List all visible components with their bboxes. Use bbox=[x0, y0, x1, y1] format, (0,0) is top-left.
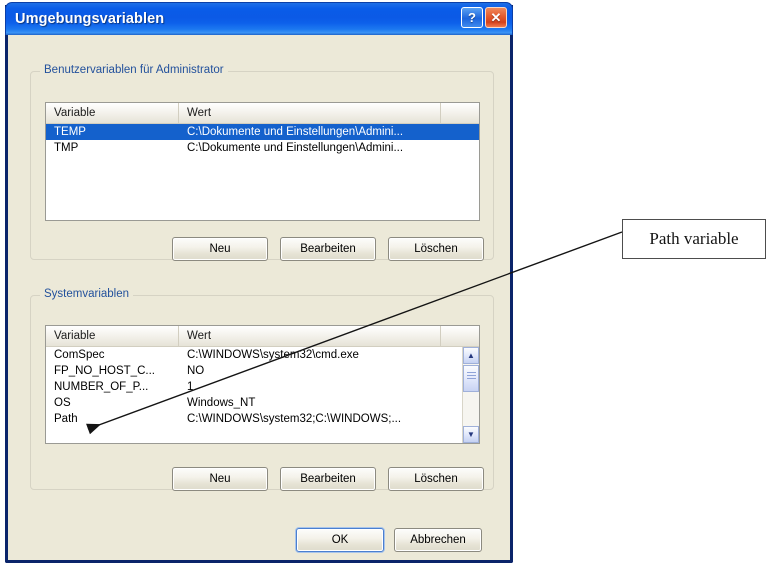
row-variable-value: C:\WINDOWS\system32\cmd.exe bbox=[187, 349, 359, 361]
system-edit-button[interactable]: Bearbeiten bbox=[280, 467, 376, 491]
system-new-button[interactable]: Neu bbox=[172, 467, 268, 491]
table-row[interactable]: Path C:\WINDOWS\system32;C:\WINDOWS;... bbox=[46, 411, 479, 427]
user-variables-group: Benutzervariablen für Administrator Vari… bbox=[30, 64, 494, 260]
system-delete-button[interactable]: Löschen bbox=[388, 467, 484, 491]
row-variable-value: C:\WINDOWS\system32;C:\WINDOWS;... bbox=[187, 413, 402, 425]
system-variables-group: Systemvariablen Variable Wert ComSpec C:… bbox=[30, 288, 494, 490]
close-icon[interactable]: ✕ bbox=[485, 7, 507, 28]
system-variables-rows: ComSpec C:\WINDOWS\system32\cmd.exe FP_N… bbox=[46, 347, 479, 427]
row-variable-name: Path bbox=[54, 413, 78, 425]
scroll-down-icon[interactable]: ▼ bbox=[463, 426, 479, 443]
row-variable-name: TMP bbox=[54, 142, 79, 154]
row-variable-name: NUMBER_OF_P... bbox=[54, 381, 149, 393]
table-row[interactable]: OS Windows_NT bbox=[46, 395, 479, 411]
row-variable-name: OS bbox=[54, 397, 71, 409]
row-variable-value: 1 bbox=[187, 381, 194, 393]
titlebar-button-group: ? ✕ bbox=[461, 7, 507, 28]
column-header-variable[interactable]: Variable bbox=[46, 326, 179, 347]
user-variables-list-header: Variable Wert bbox=[46, 103, 479, 124]
system-variables-group-label: Systemvariablen bbox=[40, 288, 134, 300]
table-row[interactable]: NUMBER_OF_P... 1 bbox=[46, 379, 479, 395]
system-variables-list-header: Variable Wert bbox=[46, 326, 479, 347]
table-row[interactable]: ComSpec C:\WINDOWS\system32\cmd.exe bbox=[46, 347, 479, 363]
annotation-callout: Path variable bbox=[622, 219, 766, 259]
dialog-title: Umgebungsvariablen bbox=[15, 11, 165, 27]
user-variables-group-label: Benutzervariablen für Administrator bbox=[40, 64, 228, 76]
user-variables-rows: TEMP C:\Dokumente und Einstellungen\Admi… bbox=[46, 124, 479, 156]
scroll-up-icon[interactable]: ▲ bbox=[463, 347, 479, 364]
table-row[interactable]: FP_NO_HOST_C... NO bbox=[46, 363, 479, 379]
user-variables-list[interactable]: Variable Wert TEMP C:\Dokumente und Eins… bbox=[45, 102, 480, 221]
scrollbar-thumb[interactable] bbox=[463, 365, 479, 392]
column-header-value[interactable]: Wert bbox=[179, 103, 441, 124]
column-header-variable[interactable]: Variable bbox=[46, 103, 179, 124]
help-icon[interactable]: ? bbox=[461, 7, 483, 28]
table-row[interactable]: TEMP C:\Dokumente und Einstellungen\Admi… bbox=[46, 124, 479, 140]
table-row[interactable]: TMP C:\Dokumente und Einstellungen\Admin… bbox=[46, 140, 479, 156]
environment-variables-dialog: Umgebungsvariablen ? ✕ Benutzervariablen… bbox=[5, 2, 513, 563]
column-header-spacer bbox=[441, 326, 479, 347]
system-variables-scrollbar[interactable]: ▲ ▼ bbox=[462, 347, 479, 443]
row-variable-value: C:\Dokumente und Einstellungen\Admini... bbox=[187, 126, 404, 138]
dialog-titlebar[interactable]: Umgebungsvariablen ? ✕ bbox=[5, 2, 513, 35]
ok-button[interactable]: OK bbox=[296, 528, 384, 552]
row-variable-value: Windows_NT bbox=[187, 397, 256, 409]
cancel-button[interactable]: Abbrechen bbox=[394, 528, 482, 552]
column-header-value[interactable]: Wert bbox=[179, 326, 441, 347]
user-edit-button[interactable]: Bearbeiten bbox=[280, 237, 376, 261]
user-new-button[interactable]: Neu bbox=[172, 237, 268, 261]
annotation-label: Path variable bbox=[649, 229, 739, 248]
row-variable-name: FP_NO_HOST_C... bbox=[54, 365, 155, 377]
row-variable-value: C:\Dokumente und Einstellungen\Admini... bbox=[187, 142, 404, 154]
row-variable-value: NO bbox=[187, 365, 205, 377]
user-delete-button[interactable]: Löschen bbox=[388, 237, 484, 261]
scrollbar-grip-icon bbox=[466, 372, 476, 381]
system-variables-list[interactable]: Variable Wert ComSpec C:\WINDOWS\system3… bbox=[45, 325, 480, 444]
column-header-spacer bbox=[441, 103, 479, 124]
row-variable-name: TEMP bbox=[54, 126, 86, 138]
row-variable-name: ComSpec bbox=[54, 349, 105, 361]
